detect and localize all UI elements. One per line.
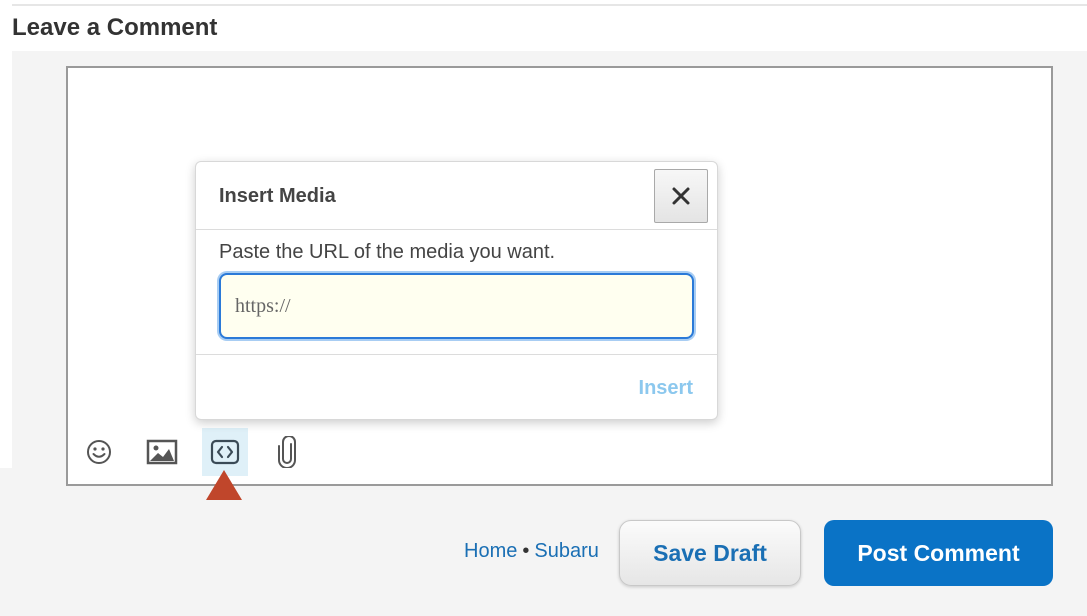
top-divider — [12, 4, 1087, 6]
breadcrumb: Home • Subaru — [464, 540, 599, 563]
pointer-arrow-icon — [206, 470, 242, 500]
insert-button[interactable]: Insert — [639, 377, 693, 400]
image-button[interactable] — [139, 428, 185, 476]
smiley-icon — [87, 440, 111, 464]
post-comment-button[interactable]: Post Comment — [824, 520, 1053, 586]
subaru-link[interactable]: Subaru — [534, 540, 599, 562]
save-draft-button[interactable]: Save Draft — [619, 520, 801, 586]
home-link[interactable]: Home — [464, 540, 517, 562]
dialog-title: Insert Media — [219, 185, 336, 207]
attach-file-button[interactable] — [264, 428, 310, 476]
breadcrumb-separator: • — [522, 540, 530, 562]
close-icon — [672, 187, 690, 205]
emoji-button[interactable] — [76, 428, 122, 476]
panel-shadow-strip — [0, 468, 12, 616]
dialog-divider — [196, 229, 717, 230]
insert-media-dialog: Insert Media Paste the URL of the media … — [195, 161, 718, 420]
dialog-prompt: Paste the URL of the media you want. — [219, 241, 556, 263]
page-heading: Leave a Comment — [12, 14, 218, 41]
dialog-divider — [196, 354, 717, 355]
close-button[interactable] — [654, 169, 708, 223]
embed-media-button[interactable] — [202, 428, 248, 476]
paperclip-icon — [278, 436, 296, 468]
image-icon — [146, 439, 178, 465]
embed-code-icon — [210, 439, 240, 465]
media-url-input[interactable] — [219, 273, 694, 339]
